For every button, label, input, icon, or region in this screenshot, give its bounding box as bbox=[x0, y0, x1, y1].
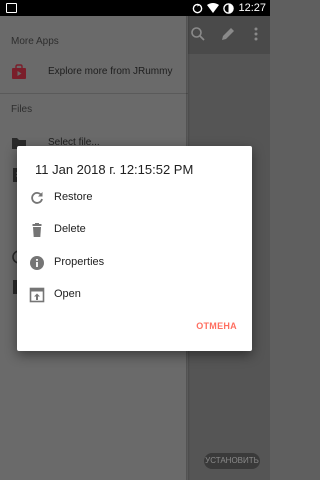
open-label: Open bbox=[54, 288, 81, 300]
sync-icon bbox=[193, 3, 203, 13]
delete-icon bbox=[32, 223, 42, 237]
install-button[interactable]: УСТАНОВИТЬ bbox=[204, 453, 260, 469]
restore-icon bbox=[31, 192, 43, 204]
restore-option[interactable]: Restore bbox=[17, 182, 252, 214]
explore-label: Explore more from JRummy bbox=[48, 66, 173, 77]
edit-icon[interactable] bbox=[220, 26, 236, 42]
status-icons: 12:27 bbox=[192, 1, 266, 15]
files-label: Files bbox=[11, 104, 33, 115]
clock: 12:27 bbox=[238, 2, 266, 14]
backup-options-dialog: 11 Jan 2018 г. 12:15:52 PM Restore Delet… bbox=[17, 146, 252, 351]
info-icon bbox=[30, 256, 44, 270]
open-option[interactable]: Open bbox=[17, 279, 252, 311]
divider bbox=[0, 93, 188, 94]
properties-option[interactable]: Properties bbox=[17, 247, 252, 279]
shop-icon bbox=[12, 64, 26, 79]
image-notification-icon bbox=[6, 3, 17, 13]
delete-option[interactable]: Delete bbox=[17, 214, 252, 246]
dialog-title: 11 Jan 2018 г. 12:15:52 PM bbox=[35, 162, 194, 177]
app-toolbar bbox=[188, 16, 270, 54]
open-in-new-icon bbox=[29, 287, 45, 303]
status-bar: 12:27 bbox=[0, 0, 270, 16]
cancel-button[interactable]: ОТМЕНА bbox=[196, 321, 237, 331]
search-icon[interactable] bbox=[190, 26, 206, 42]
explore-jrummy-item[interactable]: Explore more from JRummy bbox=[0, 59, 188, 85]
restore-label: Restore bbox=[54, 191, 93, 203]
properties-label: Properties bbox=[54, 256, 105, 268]
delete-label: Delete bbox=[54, 223, 86, 235]
battery-icon bbox=[223, 2, 235, 14]
more-vert-icon[interactable] bbox=[248, 26, 264, 42]
more-apps-label: More Apps bbox=[11, 36, 59, 47]
wifi-icon bbox=[207, 3, 220, 13]
